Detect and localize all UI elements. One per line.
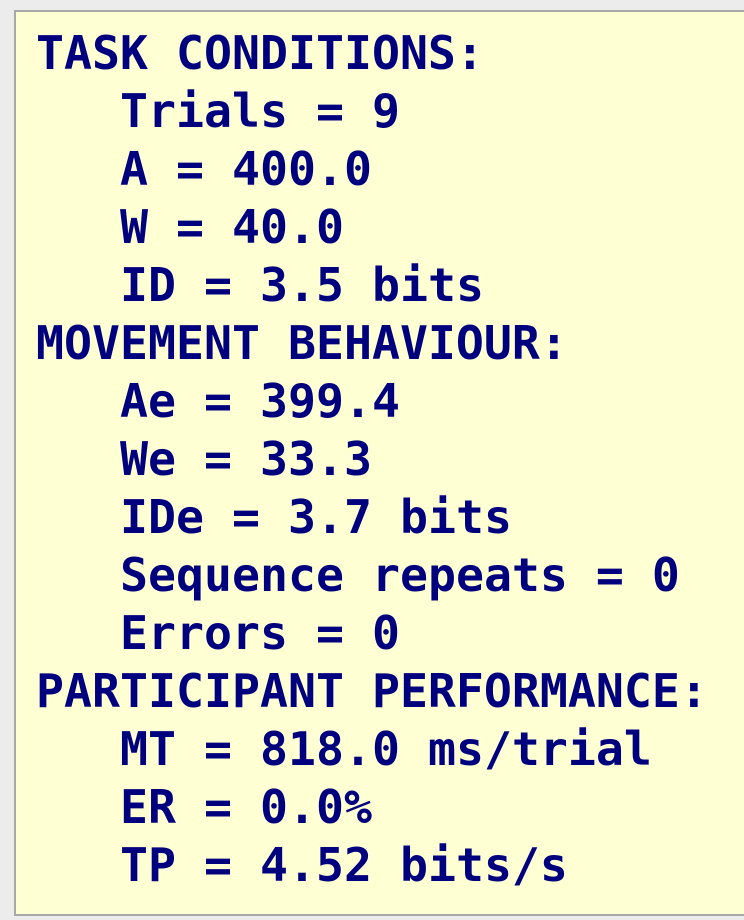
participant-performance-heading: PARTICIPANT PERFORMANCE: bbox=[36, 664, 708, 718]
movement-time-value: MT = 818.0 ms/trial bbox=[120, 722, 652, 776]
effective-id-value: IDe = 3.7 bits bbox=[120, 490, 512, 544]
amplitude-value: A = 400.0 bbox=[120, 142, 372, 196]
results-panel: TASK CONDITIONS: Trials = 9 A = 400.0 W … bbox=[14, 10, 744, 916]
trials-value: Trials = 9 bbox=[120, 84, 400, 138]
task-conditions-heading: TASK CONDITIONS: bbox=[36, 26, 484, 80]
error-rate-value: ER = 0.0% bbox=[120, 780, 372, 834]
index-of-difficulty-value: ID = 3.5 bits bbox=[120, 258, 484, 312]
effective-amplitude-value: Ae = 399.4 bbox=[120, 374, 400, 428]
movement-behaviour-heading: MOVEMENT BEHAVIOUR: bbox=[36, 316, 568, 370]
errors-value: Errors = 0 bbox=[120, 606, 400, 660]
throughput-value: TP = 4.52 bits/s bbox=[120, 838, 568, 892]
effective-width-value: We = 33.3 bbox=[120, 432, 372, 486]
sequence-repeats-value: Sequence repeats = 0 bbox=[120, 548, 680, 602]
width-value: W = 40.0 bbox=[120, 200, 344, 254]
